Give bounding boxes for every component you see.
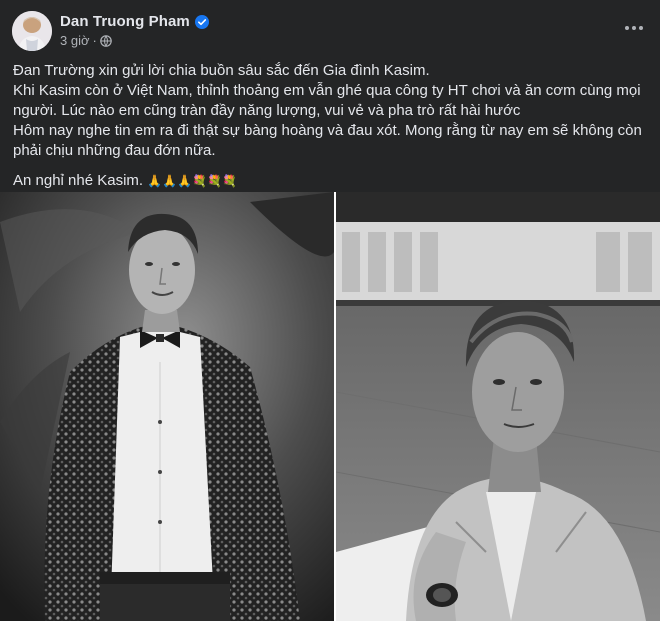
post-closing: An nghỉ nhé Kasim. 🙏🙏🙏💐💐💐 [13,171,653,191]
closing-emojis: 🙏🙏🙏💐💐💐 [147,174,237,188]
closing-text: An nghỉ nhé Kasim. [13,172,144,189]
post-text: Đan Trường xin gửi lời chia buồn sâu sắc… [13,61,653,191]
post-header: Dan Truong Pham 3 giờ · [10,8,650,52]
photo-left[interactable] [0,192,334,621]
photo-grid [0,192,660,621]
photo-right[interactable] [336,192,660,621]
post-line: Khi Kasim còn ở Việt Nam, thỉnh thoảng e… [13,82,641,99]
author-name[interactable]: Dan Truong Pham [60,13,190,30]
globe-icon[interactable] [100,34,112,47]
verified-badge-icon [194,14,209,29]
meta-separator: · [92,33,97,48]
post-line: Đan Trường xin gửi lời chia buồn sâu sắc… [13,62,430,79]
more-options-icon[interactable] [622,18,646,38]
facebook-post: Dan Truong Pham 3 giờ · Đan Trường xin g… [0,0,660,621]
author-avatar[interactable] [12,11,52,51]
post-line: người. Lúc nào em cũng tràn đầy năng lượ… [13,102,521,119]
post-timestamp[interactable]: 3 giờ [60,33,90,48]
post-line: phải chịu những đau đớn nữa. [13,142,216,159]
post-line: Hôm nay nghe tin em ra đi thật sự bàng h… [13,122,642,139]
